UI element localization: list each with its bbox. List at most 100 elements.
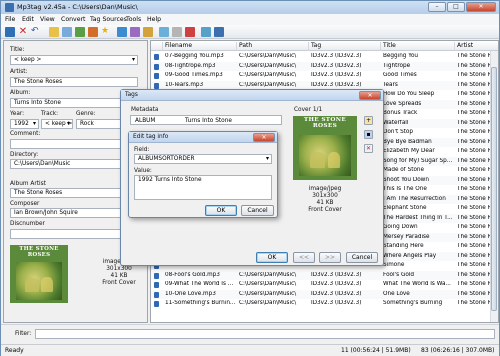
amazon-icon[interactable] — [130, 27, 140, 37]
comment-field[interactable] — [10, 139, 138, 149]
value-textarea[interactable]: 1992 Turns Into Stone — [134, 175, 272, 200]
tag-filename-icon[interactable] — [75, 27, 85, 37]
file-list-scrollbar[interactable] — [490, 51, 498, 322]
edit-tag-close-button[interactable]: ✕ — [253, 133, 275, 142]
table-cell: 10-One Love.mp3 — [165, 290, 216, 297]
table-row[interactable]: 08-Fool's Gold.mp3 C:\Users\Dan\Music\ ID3… — [151, 270, 498, 280]
tags-dialog-close-button[interactable]: ✕ — [359, 91, 381, 100]
title-label: Title: — [10, 47, 25, 53]
maximize-button[interactable]: □ — [447, 2, 465, 12]
discogs-icon[interactable] — [143, 27, 153, 37]
freedb-icon[interactable] — [117, 27, 127, 37]
comment-label: Comment: — [10, 131, 41, 137]
discnumber-field[interactable] — [10, 229, 138, 239]
album-label: Album: — [10, 90, 31, 96]
artist-field[interactable]: The Stone Roses — [10, 77, 138, 87]
audio-file-icon — [154, 301, 159, 307]
table-cell: The Hardest Thing In T... — [383, 214, 453, 221]
table-cell: ID3v2.3 (ID3v2.3) — [311, 72, 362, 78]
table-cell: I Am The Resurrection — [383, 195, 446, 202]
table-row[interactable]: 10-One Love.mp3 C:\Users\Dan\Music\ ID3v2.… — [151, 289, 498, 299]
edit-cancel-button[interactable]: Cancel — [241, 205, 274, 216]
table-cell: How Do You Sleep — [383, 91, 435, 97]
year-select[interactable]: 1992 — [10, 119, 39, 129]
table-cell: 07-Begging You.mp3 — [165, 53, 224, 59]
album-artist-label: Album Artist — [10, 181, 46, 187]
save-icon[interactable] — [5, 27, 15, 37]
tags-cover-image[interactable]: THE STONE ROSES — [293, 116, 357, 180]
remove-cover-button[interactable]: ✕ — [364, 144, 373, 153]
status-selected: 11 (00:56:24 | 51.9MB) — [341, 347, 411, 354]
tags-cancel-button[interactable]: Cancel — [346, 252, 378, 263]
cover-type: Front Cover — [102, 280, 136, 286]
undo-icon[interactable]: ↶ — [31, 27, 41, 37]
playlist-icon[interactable] — [185, 27, 195, 37]
menu-view[interactable]: View — [40, 16, 55, 23]
table-row[interactable]: 07-Begging You.mp3 C:\Users\Dan\Music\ ID3… — [151, 52, 498, 61]
status-bar: Ready 11 (00:56:24 | 51.9MB) 83 (06:26:1… — [1, 344, 499, 356]
title-select[interactable]: < keep > — [10, 55, 138, 65]
table-cell: ID3v2.3 (ID3v2.3) — [311, 300, 362, 306]
album-artist-field[interactable]: The Stone Roses — [10, 188, 138, 198]
cover-dimensions: 301x300 — [106, 266, 132, 272]
export-icon[interactable] — [172, 27, 182, 37]
window-title: Mp3tag v2.45a - C:\Users\Dan\Music\ — [17, 3, 138, 11]
table-row[interactable]: 08-Tightrope.mp3 C:\Users\Dan\Music\ ID3v2… — [151, 61, 498, 71]
menu-convert[interactable]: Convert — [61, 16, 85, 23]
save-cover-button[interactable]: ▪ — [364, 130, 373, 139]
edit-tag-dialog: Edit tag info ✕ Field: ALBUMSORTORDER Va… — [128, 131, 278, 218]
cover-count-label: Cover 1/1 — [294, 107, 323, 113]
previous-button[interactable]: << — [293, 252, 315, 263]
options-icon[interactable] — [201, 27, 211, 37]
next-button[interactable]: >> — [319, 252, 341, 263]
minimize-button[interactable]: – — [428, 2, 446, 12]
tags-cover-mime: image/jpeg — [308, 186, 342, 192]
tags-ok-button[interactable]: OK — [256, 252, 288, 263]
menu-tag-sources[interactable]: Tag Sources — [90, 16, 127, 23]
add-cover-button[interactable]: + — [364, 116, 373, 125]
edit-ok-button[interactable]: OK — [205, 205, 237, 216]
column-tag[interactable]: Tag — [309, 42, 381, 51]
tags-dialog-title: Tags — [125, 92, 138, 98]
genre-label: Genre: — [76, 111, 96, 117]
folder-icon[interactable] — [49, 27, 59, 37]
cover-art-image[interactable]: THE STONE ROSES — [10, 245, 68, 303]
metadata-field-value: Turns Into Stone — [185, 118, 232, 124]
track-select[interactable]: < keep > — [41, 119, 73, 129]
close-button[interactable]: ✕ — [466, 2, 496, 12]
artist-label: Artist: — [10, 69, 28, 75]
table-cell: C:\Users\Dan\Music\ — [239, 290, 297, 297]
table-row[interactable]: 09-What The World Is ... C:\Users\Dan\Mus… — [151, 280, 498, 289]
value-label: Value: — [134, 168, 152, 174]
help-icon[interactable] — [214, 27, 224, 37]
album-field[interactable]: Turns Into Stone — [10, 98, 138, 108]
table-cell: Where Angels Play — [383, 252, 437, 259]
favorite-icon[interactable]: ★ — [101, 27, 111, 37]
composer-field[interactable]: Ian Brown/John Squire — [10, 208, 138, 218]
table-cell: Mersey Paradise — [383, 233, 430, 240]
table-cell: Tears — [383, 81, 398, 88]
directory-field[interactable]: C:\Users\Dan\Music — [10, 159, 138, 169]
table-row[interactable]: 09-Good Times.mp3 C:\Users\Dan\Music\ ID3v… — [151, 71, 498, 80]
column-artist[interactable]: Artist — [455, 42, 498, 51]
title-bar: Mp3tag v2.45a - C:\Users\Dan\Music\ – □ … — [1, 1, 499, 14]
remove-tag-icon[interactable]: ✕ — [18, 27, 28, 37]
table-cell: Going Down — [383, 224, 418, 230]
menu-edit[interactable]: Edit — [22, 16, 34, 23]
menu-tools[interactable]: Tools — [126, 16, 141, 23]
scrollbar-thumb[interactable] — [491, 67, 497, 311]
field-label: Field: — [134, 147, 150, 153]
refresh-icon[interactable] — [62, 27, 72, 37]
menu-bar: File Edit View Convert Tag Sources Tools… — [1, 14, 499, 25]
filter-input[interactable] — [35, 329, 495, 339]
menu-file[interactable]: File — [5, 16, 15, 23]
field-select[interactable]: ALBUMSORTORDER — [134, 154, 272, 164]
metadata-row[interactable]: ALBUM Turns Into Stone — [130, 115, 282, 125]
column-filename[interactable]: Filename — [163, 42, 237, 51]
column-title[interactable]: Title — [381, 42, 455, 51]
column-path[interactable]: Path — [237, 42, 309, 51]
table-row[interactable]: 11-Something's Burnin... C:\Users\Dan\Mus… — [151, 299, 498, 308]
musicbrainz-icon[interactable] — [159, 27, 169, 37]
filename-tag-icon[interactable] — [88, 27, 98, 37]
menu-help[interactable]: Help — [147, 16, 161, 23]
